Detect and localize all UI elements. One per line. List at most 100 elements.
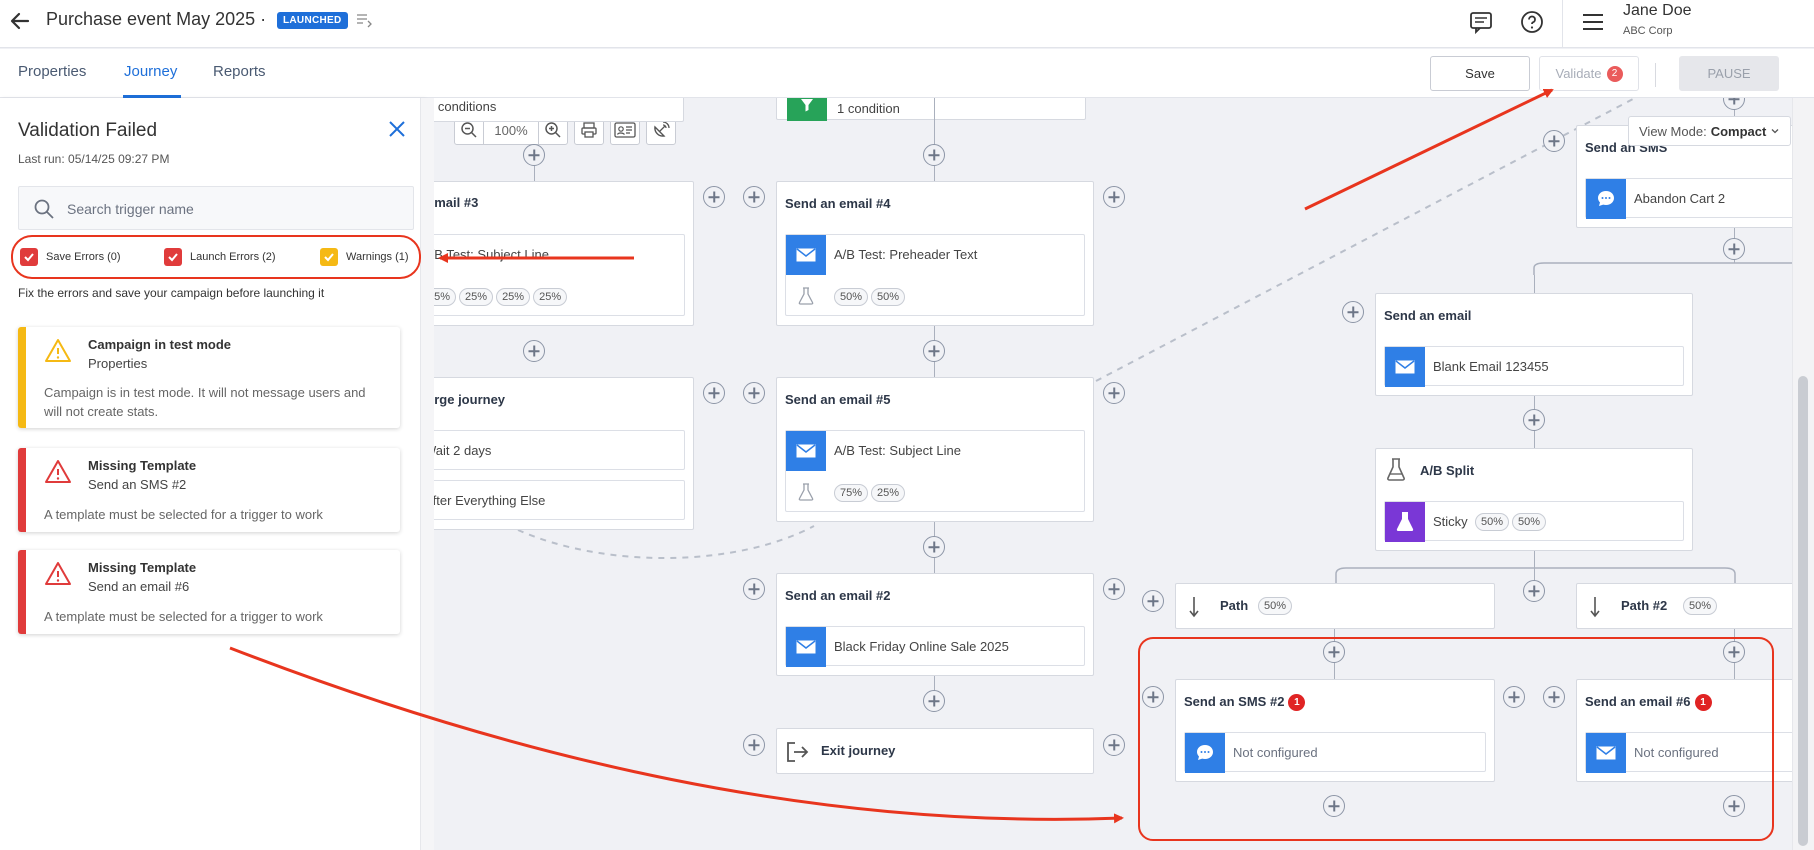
add-step-button[interactable] (923, 340, 945, 362)
add-branch-button[interactable] (1103, 734, 1125, 756)
email-4-ab-row[interactable]: A/B Test: Preheader Text 50% 50% (785, 234, 1085, 316)
checkbox-checked-icon[interactable] (20, 248, 38, 266)
add-branch-button[interactable] (703, 382, 725, 404)
email-4-node[interactable]: Send an email #4 A/B Test: Preheader Tex… (776, 181, 1094, 326)
view-mode-select[interactable]: View Mode: Compact (1628, 116, 1792, 146)
panel-scrollbar[interactable] (420, 98, 434, 850)
email-6-title-text: Send an email #6 (1585, 694, 1691, 709)
add-branch-button[interactable] (1142, 686, 1164, 708)
checkbox-checked-icon[interactable] (320, 248, 338, 266)
email-2-node[interactable]: Send an email #2 Black Friday Online Sal… (776, 573, 1094, 676)
save-button[interactable]: Save (1430, 56, 1530, 91)
merge-journey-title: erge journey (427, 392, 506, 407)
email-5-node[interactable]: Send an email #5 A/B Test: Subject Line … (776, 377, 1094, 522)
add-step-button[interactable] (523, 340, 545, 362)
filter-launch-errors[interactable]: Launch Errors (2) (164, 248, 276, 266)
hamburger-menu-icon[interactable] (1582, 12, 1604, 32)
add-step-button[interactable] (1523, 409, 1545, 431)
help-icon[interactable] (1519, 9, 1545, 35)
error-count-badge: 1 (1288, 694, 1306, 711)
validation-card-error[interactable]: Missing Template Send an SMS #2 A templa… (18, 448, 400, 532)
pause-button[interactable]: PAUSE (1679, 56, 1779, 91)
merge-journey-node[interactable]: erge journey Wait 2 days After Everythin… (424, 377, 694, 530)
filter-icon-box (787, 98, 827, 121)
add-step-button[interactable] (923, 690, 945, 712)
email-4-title: Send an email #4 (785, 196, 891, 211)
exit-journey-node[interactable]: Exit journey (776, 728, 1094, 774)
user-name[interactable]: Jane Doe (1623, 2, 1692, 20)
email-3-node[interactable]: email #3 A/B Test: Subject Line 25% 25% 25… (424, 181, 694, 326)
filter-save-errors[interactable]: Save Errors (0) (20, 248, 121, 266)
validation-panel: Validation Failed Last run: 05/14/25 09:… (0, 98, 424, 850)
close-icon[interactable] (388, 120, 406, 138)
add-step-button[interactable] (1723, 641, 1745, 663)
tab-journey[interactable]: Journey (124, 63, 177, 80)
sms-2-template-row[interactable]: Not configured (1184, 732, 1486, 773)
add-branch-button[interactable] (743, 734, 765, 756)
path-node[interactable]: Path 50% (1175, 583, 1495, 629)
tab-properties[interactable]: Properties (18, 63, 86, 80)
path-2-node[interactable]: Path #2 50% (1576, 583, 1814, 629)
comment-icon[interactable] (1468, 9, 1494, 35)
tab-reports[interactable]: Reports (213, 63, 266, 80)
email-5-ab-row[interactable]: A/B Test: Subject Line 75% 25% (785, 430, 1085, 512)
validate-button[interactable]: Validate 2 (1539, 56, 1639, 91)
validation-card-warning[interactable]: Campaign in test mode Properties Campaig… (18, 327, 400, 428)
add-step-button[interactable] (1723, 795, 1745, 817)
search-box[interactable] (18, 186, 414, 230)
sms-2-title: Send an SMS #2 1 (1184, 694, 1306, 711)
path-2-title: Path #2 (1621, 598, 1668, 613)
email-6-template-row[interactable]: Not configured (1585, 732, 1814, 773)
ab-split-row[interactable]: Sticky 50% 50% (1384, 501, 1684, 542)
envelope-icon (1596, 746, 1616, 760)
add-branch-button[interactable] (1142, 590, 1164, 612)
add-branch-button[interactable] (743, 186, 765, 208)
flask-icon (1396, 512, 1414, 531)
sms-template-row[interactable]: Abandon Cart 2 (1585, 178, 1814, 219)
filter-label: Warnings (1) (346, 251, 409, 263)
send-email-node[interactable]: Send an email Blank Email 123455 (1375, 293, 1693, 396)
add-step-button[interactable] (1323, 795, 1345, 817)
add-branch-button[interactable] (1543, 686, 1565, 708)
send-email-template-row[interactable]: Blank Email 123455 (1384, 346, 1684, 387)
sms-2-node[interactable]: Send an SMS #2 1 Not configured (1175, 679, 1495, 782)
add-branch-button[interactable] (1103, 186, 1125, 208)
add-branch-button[interactable] (1543, 130, 1565, 152)
canvas-scrollbar[interactable] (1792, 98, 1814, 850)
email-2-template-row[interactable]: Black Friday Online Sale 2025 (785, 626, 1085, 667)
add-step-button[interactable] (523, 144, 545, 166)
add-step-button[interactable] (923, 536, 945, 558)
add-step-button[interactable] (1523, 580, 1545, 602)
journey-canvas[interactable]: 100% 2 conditions 1 condition email #3 A… (424, 98, 1814, 850)
email-6-node[interactable]: Send an email #6 1 Not configured (1576, 679, 1814, 782)
add-branch-button[interactable] (1503, 686, 1525, 708)
email-6-title: Send an email #6 1 (1585, 694, 1712, 711)
add-branch-button[interactable] (1342, 301, 1364, 323)
filter-warnings[interactable]: Warnings (1) (320, 248, 409, 266)
email-icon-box (1385, 347, 1425, 387)
add-branch-button[interactable] (1103, 578, 1125, 600)
condition-node[interactable]: 1 condition (776, 98, 1086, 121)
validation-card-error[interactable]: Missing Template Send an email #6 A temp… (18, 550, 400, 634)
path-2-percent: 50% (1683, 597, 1718, 615)
add-step-button[interactable] (923, 144, 945, 166)
back-arrow-icon[interactable] (8, 9, 32, 33)
email-icon-box (1586, 733, 1626, 773)
add-branch-button[interactable] (743, 382, 765, 404)
merge-after-row[interactable]: After Everything Else (424, 480, 685, 520)
email-3-ab-row[interactable]: A/B Test: Subject Line 25% 25% 25% 25% (424, 234, 685, 316)
ab-split-node[interactable]: A/B Split Sticky 50% 50% (1375, 448, 1693, 551)
list-icon[interactable] (356, 12, 372, 28)
checkbox-checked-icon[interactable] (164, 248, 182, 266)
add-branch-button[interactable] (743, 578, 765, 600)
add-step-button[interactable] (1323, 641, 1345, 663)
scrollbar-thumb[interactable] (1798, 376, 1808, 846)
add-branch-button[interactable] (1103, 382, 1125, 404)
add-branch-button[interactable] (703, 186, 725, 208)
conditions-node[interactable]: 2 conditions (424, 98, 684, 122)
merge-wait-row[interactable]: Wait 2 days (424, 430, 685, 470)
panel-hint: Fix the errors and save your campaign be… (18, 286, 325, 300)
add-step-button[interactable] (1723, 238, 1745, 260)
merge-wait-label: Wait 2 days (424, 443, 492, 458)
search-input[interactable] (67, 197, 397, 221)
